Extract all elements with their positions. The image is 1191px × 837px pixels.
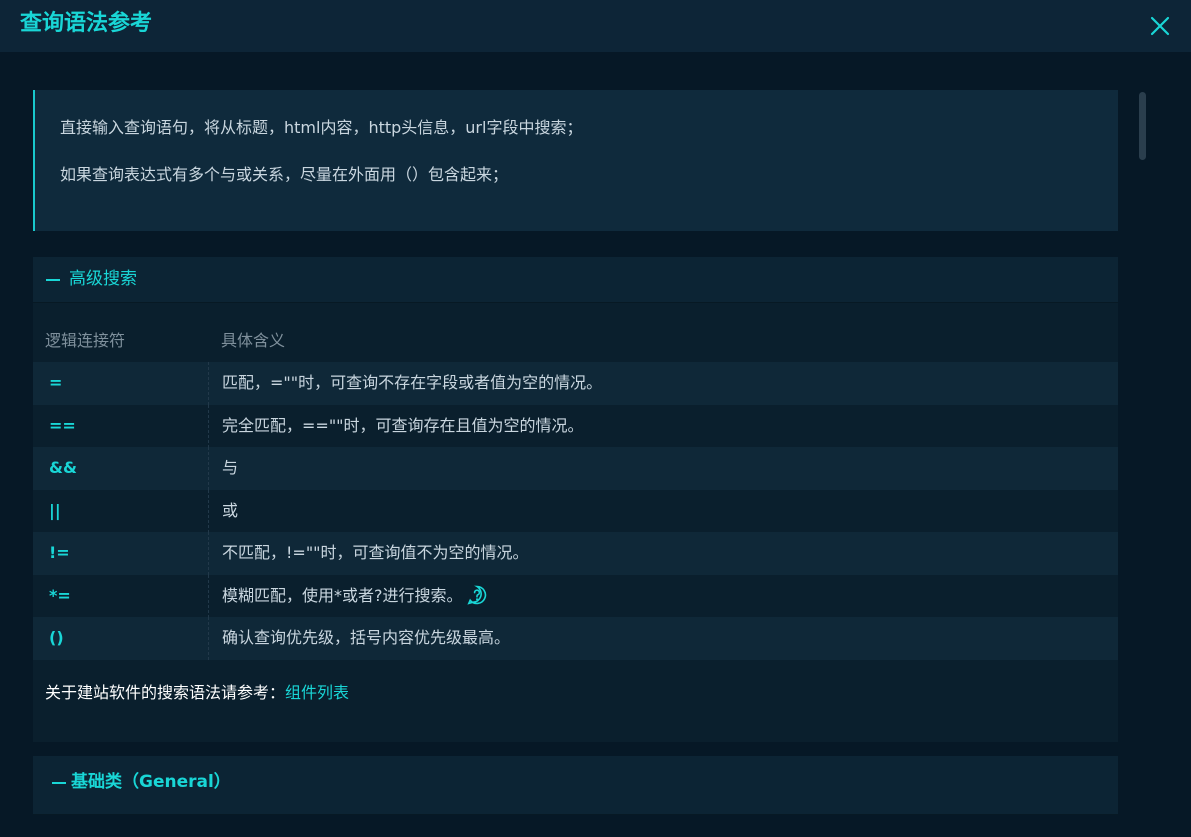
collapse-dash-icon xyxy=(52,782,66,784)
advanced-search-panel: 高级搜索 逻辑连接符 具体含义 = 匹配，=""时，可查询不存在字段或者值为空的… xyxy=(33,257,1118,742)
column-divider xyxy=(208,405,209,448)
meaning-cell: 或 xyxy=(222,501,239,520)
column-divider xyxy=(208,532,209,575)
component-list-link[interactable]: 组件列表 xyxy=(285,683,349,702)
meaning-cell: 模糊匹配，使用*或者?进行搜索。 xyxy=(222,585,487,607)
meaning-cell: 与 xyxy=(222,458,239,477)
column-divider xyxy=(208,447,209,490)
table-row: == 完全匹配，==""时，可查询存在且值为空的情况。 xyxy=(33,405,1118,448)
meaning-cell: 匹配，=""时，可查询不存在字段或者值为空的情况。 xyxy=(222,373,603,392)
table-row: || 或 xyxy=(33,490,1118,533)
column-divider xyxy=(208,575,209,618)
dialog-title: 查询语法参考 xyxy=(20,11,153,36)
meaning-cell: 完全匹配，==""时，可查询存在且值为空的情况。 xyxy=(222,416,584,435)
operator-cell: == xyxy=(49,416,76,435)
column-divider xyxy=(208,617,209,660)
advanced-search-header[interactable]: 高级搜索 xyxy=(33,257,1118,303)
intro-line: 如果查询表达式有多个与或关系，尽量在外面用（）包含起来； xyxy=(60,165,509,184)
intro-note: 直接输入查询语句，将从标题，html内容，http头信息，url字段中搜索； 如… xyxy=(33,90,1118,231)
operator-cell: && xyxy=(49,458,77,477)
question-circle-icon[interactable] xyxy=(466,585,487,605)
operator-cell: *= xyxy=(49,586,71,605)
general-section-title: 基础类（General） xyxy=(71,772,231,792)
table-row: () 确认查询优先级，括号内容优先级最高。 xyxy=(33,617,1118,660)
table-row: != 不匹配，!=""时，可查询值不为空的情况。 xyxy=(33,532,1118,575)
dialog-header: 查询语法参考 xyxy=(0,0,1191,52)
column-header-operator: 逻辑连接符 xyxy=(45,331,126,350)
meaning-cell: 确认查询优先级，括号内容优先级最高。 xyxy=(222,628,511,647)
column-divider xyxy=(208,490,209,533)
reference-note: 关于建站软件的搜索语法请参考：组件列表 xyxy=(45,682,349,704)
general-section-header[interactable]: 基础类（General） xyxy=(33,756,1118,815)
scrollbar-thumb[interactable] xyxy=(1139,92,1146,160)
table-row: = 匹配，=""时，可查询不存在字段或者值为空的情况。 xyxy=(33,362,1118,405)
operator-cell: () xyxy=(49,628,64,647)
close-button[interactable] xyxy=(1147,13,1173,39)
intro-line: 直接输入查询语句，将从标题，html内容，http头信息，url字段中搜索； xyxy=(60,118,583,137)
column-divider xyxy=(208,362,209,405)
column-header-meaning: 具体含义 xyxy=(221,331,286,350)
close-icon xyxy=(1150,16,1170,36)
meaning-cell: 不匹配，!=""时，可查询值不为空的情况。 xyxy=(222,543,529,562)
meaning-text: 模糊匹配，使用*或者?进行搜索。 xyxy=(222,586,463,605)
advanced-search-title: 高级搜索 xyxy=(69,269,137,289)
reference-note-text: 关于建站软件的搜索语法请参考： xyxy=(45,683,286,702)
table-row: *= 模糊匹配，使用*或者?进行搜索。 xyxy=(33,575,1118,618)
operator-cell: || xyxy=(49,501,61,520)
operator-cell: = xyxy=(49,373,63,392)
operator-cell: != xyxy=(49,543,70,562)
collapse-dash-icon xyxy=(46,279,60,281)
table-row: && 与 xyxy=(33,447,1118,490)
query-syntax-dialog: 查询语法参考 直接输入查询语句，将从标题，html内容，http头信息，url字… xyxy=(0,0,1191,837)
